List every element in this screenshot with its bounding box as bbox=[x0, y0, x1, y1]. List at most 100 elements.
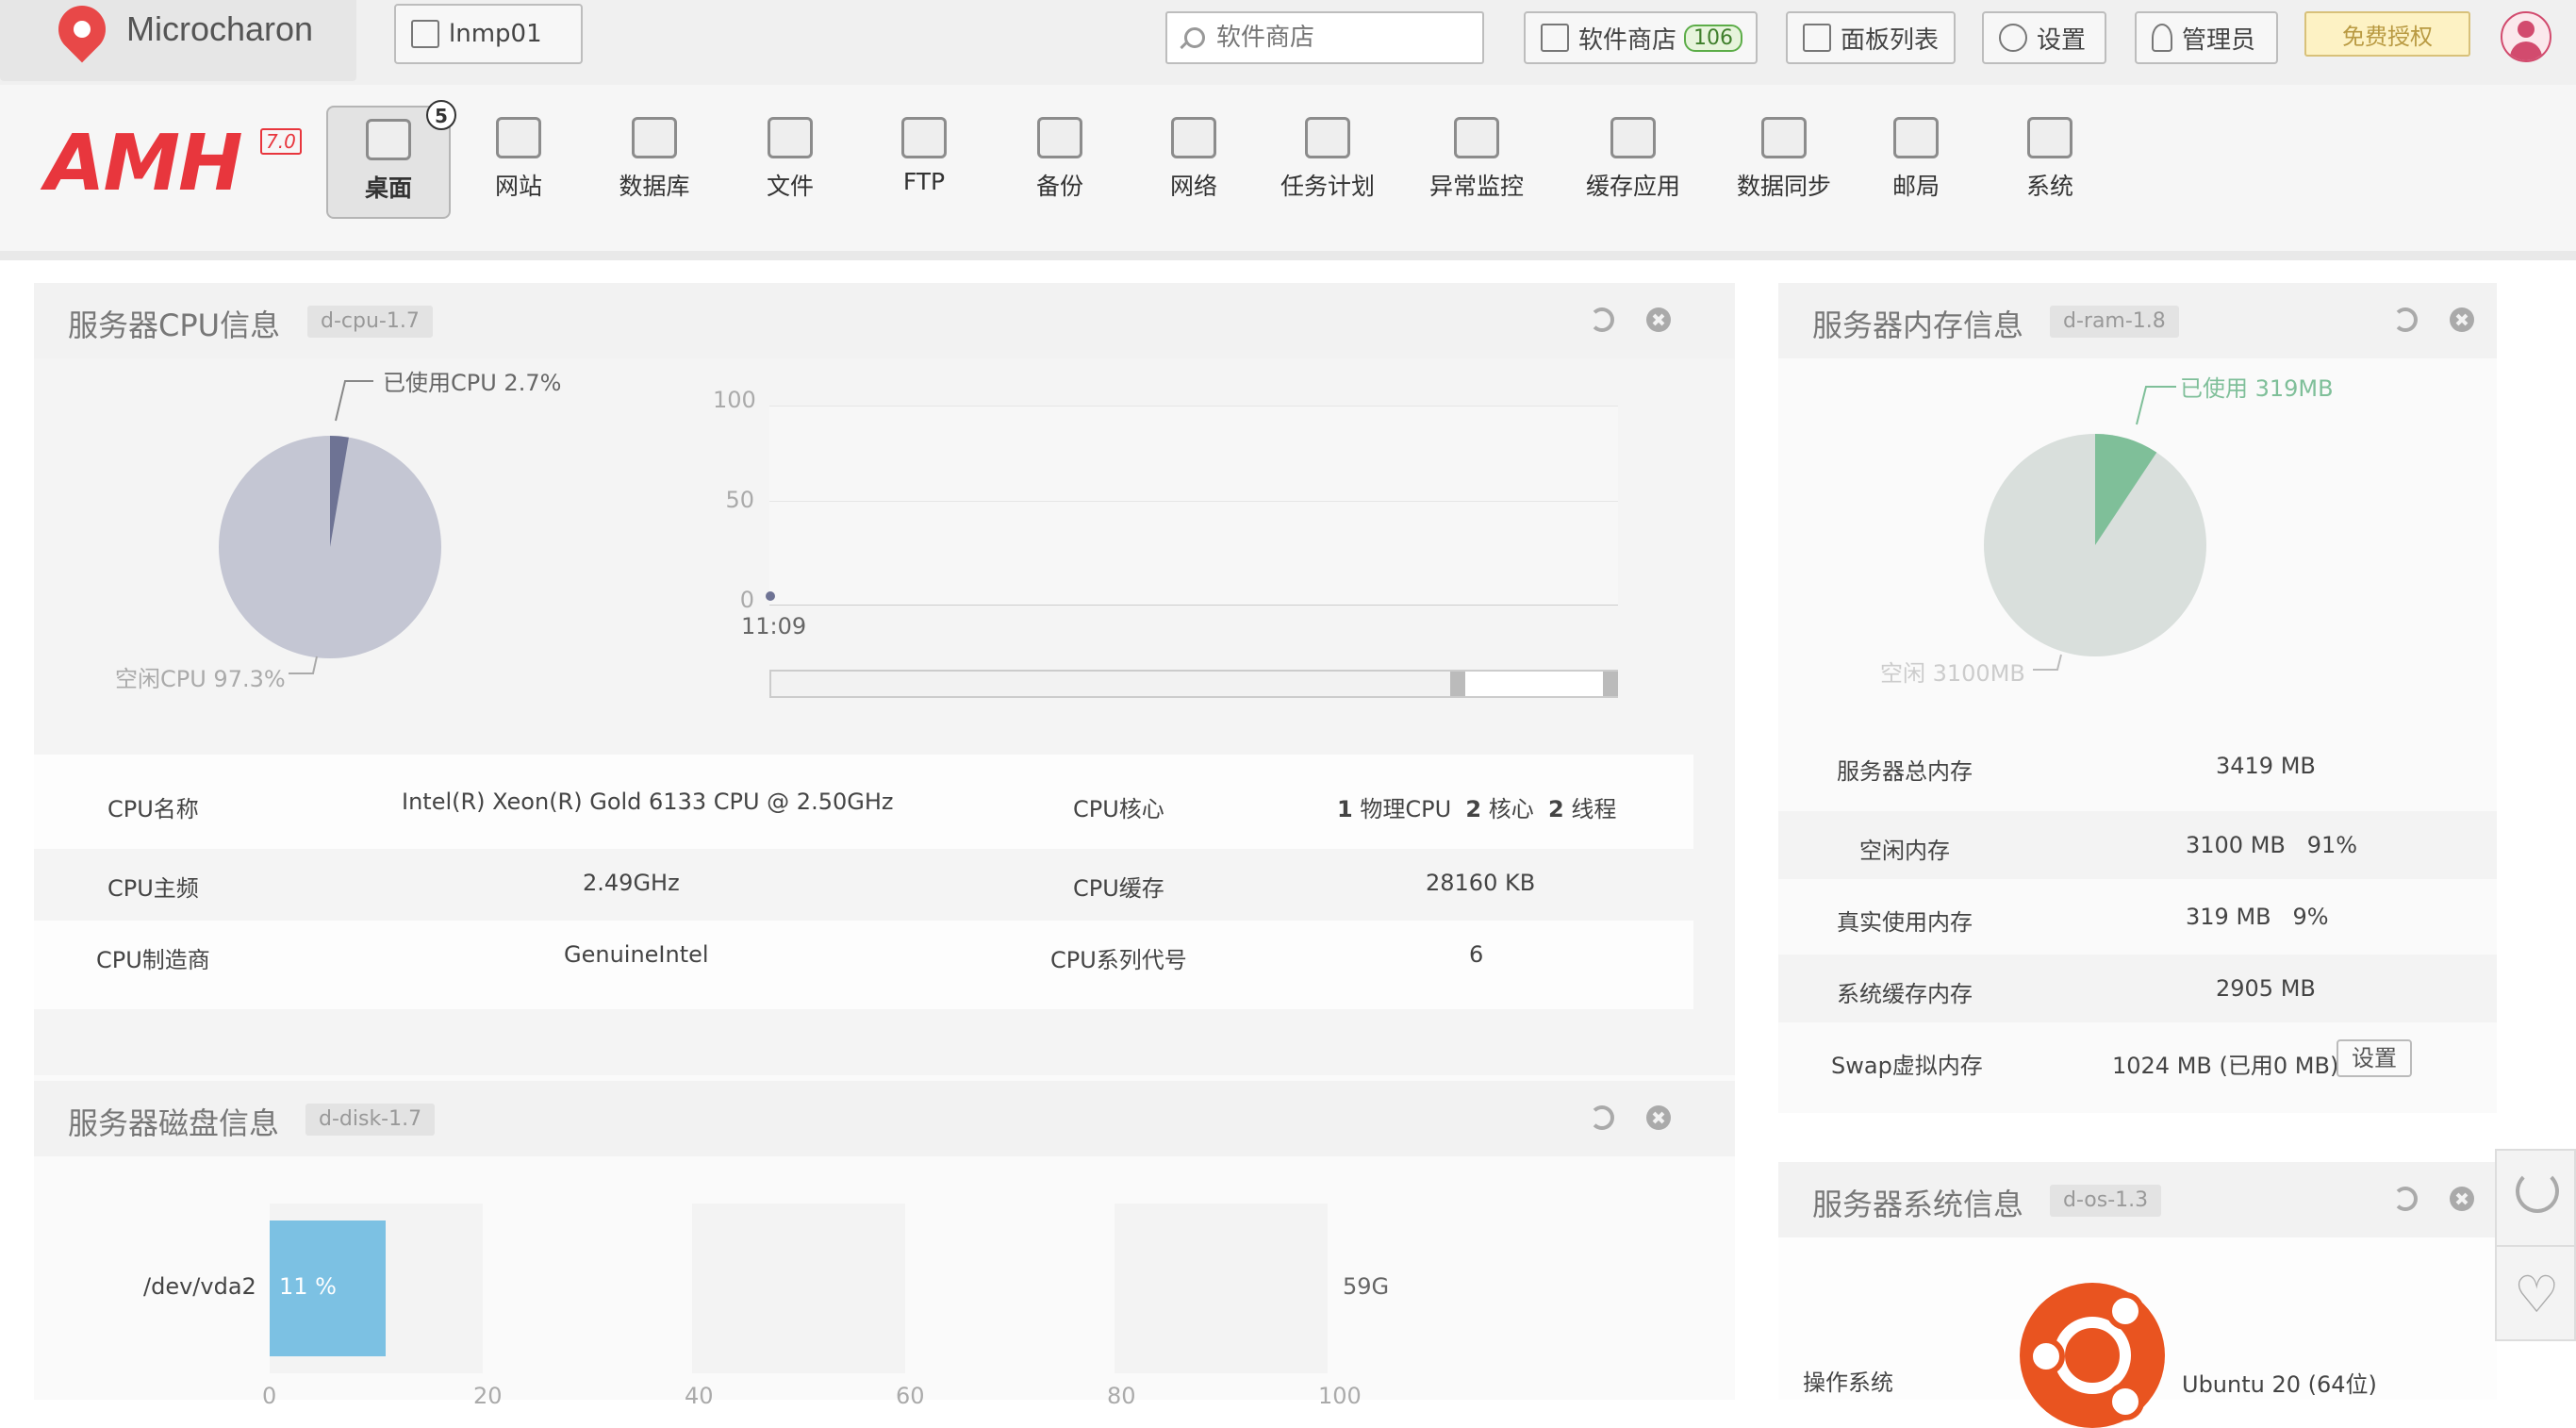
nav-item-label: 备份 bbox=[1035, 173, 1083, 200]
admin-label: 管理员 bbox=[2182, 25, 2256, 55]
cpu-freq-value: 2.49GHz bbox=[583, 870, 680, 896]
cpu-family-value: 6 bbox=[1469, 941, 1484, 968]
nav-item-folder[interactable]: 文件 bbox=[728, 106, 852, 219]
database-icon bbox=[632, 117, 677, 158]
slider-handle-right[interactable] bbox=[1603, 672, 1618, 696]
avatar[interactable] bbox=[2501, 11, 2551, 62]
nav-item-system[interactable]: 系统 bbox=[1988, 106, 2112, 219]
core-label: 核心 bbox=[1488, 796, 1534, 822]
slider-track bbox=[771, 672, 1458, 696]
heart-icon[interactable]: ♡ bbox=[2514, 1270, 2559, 1320]
nav-item-label: 邮局 bbox=[1891, 173, 1940, 200]
cpu-panel-header: 服务器CPU信息 d-cpu-1.7 bbox=[34, 283, 1735, 358]
chart-zoom-slider[interactable] bbox=[769, 670, 1618, 698]
cpu-used-label: 已使用CPU 2.7% bbox=[383, 370, 562, 396]
swap-settings-button[interactable]: 设置 bbox=[2337, 1039, 2412, 1077]
globe-icon bbox=[1171, 117, 1216, 158]
y-tick-label: 100 bbox=[713, 387, 756, 413]
ubuntu-dot bbox=[2027, 1337, 2065, 1375]
close-icon[interactable] bbox=[1646, 307, 1671, 332]
disk-percent-label: 11 % bbox=[279, 1273, 337, 1300]
cpu-panel-tag: d-cpu-1.7 bbox=[307, 306, 433, 338]
refresh-icon[interactable] bbox=[2393, 1187, 2418, 1211]
software-store-button[interactable]: 软件商店 106 bbox=[1524, 11, 1758, 64]
admin-button[interactable]: 管理员 bbox=[2135, 11, 2278, 64]
refresh-icon[interactable] bbox=[1590, 1105, 1614, 1130]
nav-item-mail[interactable]: 邮局 bbox=[1854, 106, 1978, 219]
os-panel-title: 服务器系统信息 bbox=[1812, 1187, 2024, 1222]
cpu-line-chart bbox=[766, 406, 1618, 606]
free-license-button[interactable]: 免费授权 bbox=[2304, 11, 2470, 57]
ram-free-label: 空闲 3100MB bbox=[1880, 660, 2025, 687]
nav-item-schedule[interactable]: 任务计划 bbox=[1265, 106, 1390, 219]
schedule-icon bbox=[1305, 117, 1350, 158]
nav-item-sync[interactable]: 数据同步 bbox=[1722, 106, 1846, 219]
settings-button[interactable]: 设置 bbox=[1982, 11, 2106, 64]
search-icon bbox=[1184, 27, 1205, 48]
panel-list-button[interactable]: 面板列表 bbox=[1786, 11, 1956, 64]
nav-item-label: 数据同步 bbox=[1736, 173, 1831, 200]
slider-handle-left[interactable] bbox=[1450, 672, 1465, 696]
brand-area[interactable]: Microcharon bbox=[0, 0, 356, 81]
nav-item-website[interactable]: 网站 bbox=[456, 106, 581, 219]
nav-item-globe[interactable]: 网络 bbox=[1131, 106, 1256, 219]
ram-panel-tag: d-ram-1.8 bbox=[2050, 306, 2179, 338]
os-value: Ubuntu 20 (64位) bbox=[2182, 1371, 2377, 1398]
ram-row-value: 1024 MB (已用0 MB) bbox=[2112, 1053, 2339, 1079]
ram-row-value: 3100 MB 91% bbox=[2186, 832, 2358, 858]
location-pin-dot bbox=[74, 21, 91, 38]
folder-icon bbox=[768, 117, 813, 158]
chart-gridline bbox=[769, 501, 1618, 502]
side-divider bbox=[2497, 1245, 2574, 1247]
ftp-icon bbox=[901, 117, 947, 158]
nav-item-label: 网络 bbox=[1169, 173, 1217, 200]
ram-row-key: 空闲内存 bbox=[1859, 838, 1950, 864]
disk-panel-tag: d-disk-1.7 bbox=[305, 1104, 436, 1136]
nav-item-home[interactable]: 桌面 5 bbox=[326, 100, 456, 219]
logo-version: 7.0 bbox=[260, 128, 302, 155]
website-icon bbox=[496, 117, 541, 158]
cpu-pie-chart bbox=[219, 380, 441, 674]
gear-icon bbox=[1999, 24, 2027, 52]
server-tab-label: lnmp01 bbox=[449, 20, 542, 48]
store-count-badge: 106 bbox=[1684, 24, 1743, 52]
os-label: 操作系统 bbox=[1803, 1370, 1893, 1396]
disk-panel-title: 服务器磁盘信息 bbox=[68, 1105, 280, 1141]
avatar-head bbox=[2518, 21, 2535, 38]
nav-item-label: 任务计划 bbox=[1280, 173, 1375, 200]
clock-icon bbox=[1037, 117, 1082, 158]
nav-item-database[interactable]: 数据库 bbox=[592, 106, 717, 219]
cpu-idle-label: 空闲CPU 97.3% bbox=[115, 666, 286, 692]
disk-x-tick: 80 bbox=[1107, 1383, 1136, 1409]
refresh-icon[interactable] bbox=[2393, 307, 2418, 332]
cpu-cache-key: CPU缓存 bbox=[1073, 875, 1164, 902]
store-label: 软件商店 bbox=[1578, 25, 1677, 55]
nav-item-clock[interactable]: 备份 bbox=[998, 106, 1122, 219]
nav-item-monitor[interactable]: 异常监控 bbox=[1414, 106, 1539, 219]
ubuntu-logo-icon bbox=[2020, 1283, 2165, 1428]
ram-used-label: 已使用 319MB bbox=[2180, 375, 2334, 402]
disk-chart-band bbox=[1115, 1204, 1328, 1373]
ram-panel-title: 服务器内存信息 bbox=[1812, 307, 2024, 343]
close-icon[interactable] bbox=[1646, 1105, 1671, 1130]
ram-row-value: 319 MB 9% bbox=[2186, 904, 2329, 930]
refresh-icon[interactable] bbox=[1590, 307, 1614, 332]
nav-item-cache[interactable]: 缓存应用 bbox=[1571, 106, 1695, 219]
nav-item-label: FTP bbox=[902, 168, 946, 195]
server-tab[interactable]: lnmp01 bbox=[394, 4, 583, 64]
search-input[interactable] bbox=[1214, 23, 1463, 53]
ram-used-leader bbox=[2136, 386, 2176, 425]
ram-row-key: 系统缓存内存 bbox=[1837, 981, 1973, 1007]
search-box[interactable] bbox=[1165, 11, 1484, 64]
close-icon[interactable] bbox=[2450, 1187, 2474, 1211]
disk-chart-band bbox=[692, 1204, 905, 1373]
chart-axis bbox=[769, 605, 1618, 606]
monitor-icon bbox=[1454, 117, 1499, 158]
y-tick-label: 0 bbox=[739, 587, 754, 613]
nav-item-ftp[interactable]: FTP bbox=[862, 106, 986, 219]
refresh-icon[interactable] bbox=[2516, 1170, 2559, 1213]
disk-x-tick: 20 bbox=[473, 1383, 503, 1409]
close-icon[interactable] bbox=[2450, 307, 2474, 332]
ram-row-key: 服务器总内存 bbox=[1837, 758, 1973, 785]
os-panel-header: 服务器系统信息 d-os-1.3 bbox=[1778, 1162, 2497, 1237]
